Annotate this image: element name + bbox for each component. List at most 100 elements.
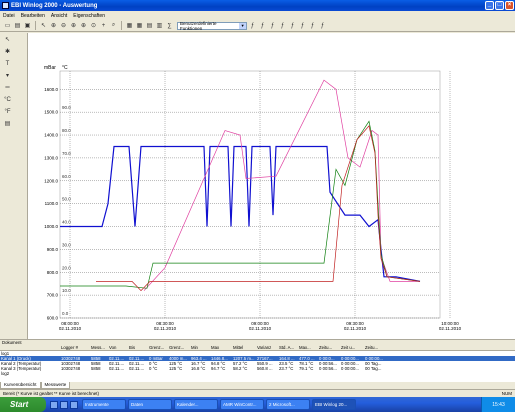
function-1-icon[interactable]: ƒ	[248, 21, 257, 30]
title-bar: EBI Winlog 2000 - Auswertung _ □ ×	[0, 0, 515, 11]
task-daten[interactable]: Daten	[128, 399, 172, 410]
minimize-button[interactable]: _	[485, 1, 494, 10]
y2-tick-label: 60.0	[62, 174, 71, 179]
tab-kurvenuebersicht[interactable]: Kurvenübersicht	[0, 382, 41, 389]
table-cell	[232, 371, 256, 376]
function-3-icon[interactable]: ƒ	[268, 21, 277, 30]
column-header[interactable]: Zeit u...	[340, 345, 364, 350]
task-instrumente[interactable]: Instrumente	[82, 399, 126, 410]
system-tray-clock: 15:43	[481, 397, 515, 412]
menu-ansicht[interactable]: Ansicht	[51, 13, 67, 19]
quick-launch-icon[interactable]	[50, 400, 58, 409]
column-header[interactable]: Std. A...	[278, 345, 298, 350]
task-ebi-winlog[interactable]: EBI Winlog 20...	[312, 399, 356, 410]
calc-icon[interactable]: ∑	[165, 21, 174, 30]
table-cell	[90, 371, 108, 376]
right-unit-label: °C	[62, 65, 68, 71]
new-icon[interactable]: ▭	[3, 21, 12, 30]
y-tick-label: 900.0	[47, 247, 59, 252]
select-icon[interactable]: ↖	[3, 35, 12, 44]
x-tick-date: 02.11.2010	[344, 326, 367, 331]
column-header[interactable]: Grenz...	[148, 345, 168, 350]
x-tick-date: 02.11.2010	[249, 326, 272, 331]
magnifier-icon[interactable]: ⌕	[109, 21, 118, 30]
table-cell	[278, 371, 298, 376]
column-header[interactable]: Mess...	[90, 345, 108, 350]
close-button[interactable]: ×	[505, 1, 514, 10]
task-microsoft[interactable]: 2 Microsoft...	[266, 399, 310, 410]
y-tick-label: 1500.0	[44, 110, 58, 115]
table-cell	[168, 371, 190, 376]
text-icon[interactable]: T	[3, 59, 12, 68]
cross-icon[interactable]: +	[99, 21, 108, 30]
function-6-icon[interactable]: ƒ	[298, 21, 307, 30]
celsius-icon[interactable]: °C	[3, 95, 12, 104]
functions-dropdown[interactable]: Benutzerdefinierte Funktionen ▼	[177, 21, 247, 31]
y-tick-label: 1600.0	[44, 87, 58, 92]
quick-launch-icon[interactable]	[60, 400, 68, 409]
x-tick-date: 02.11.2010	[154, 326, 177, 331]
column-header[interactable]: Logger #	[60, 345, 90, 350]
chart-icon[interactable]: ▦	[125, 21, 134, 30]
tab-messwerte[interactable]: Messwerte	[40, 382, 71, 389]
grid-icon[interactable]: ▦	[135, 21, 144, 30]
side-toolbar: ↖ ✱ T ▾ ═ °C °F ▤	[0, 33, 27, 339]
zoom-fit-icon[interactable]: ⊙	[89, 21, 98, 30]
ruler-icon[interactable]: ═	[3, 83, 12, 92]
task-kalender[interactable]: Kalender...	[174, 399, 218, 410]
graph-icon[interactable]: ▥	[155, 21, 164, 30]
column-header[interactable]: Von	[108, 345, 128, 350]
zoom-out-icon[interactable]: ⊖	[59, 21, 68, 30]
chevron-down-icon: ▼	[239, 22, 246, 29]
table-cell	[318, 371, 340, 376]
pointer-icon[interactable]: ↖	[39, 21, 48, 30]
chart-area[interactable]: mBar °C 600.0 0.0 700.0 10.0 800.0 20.0 900.0 30.…	[27, 33, 515, 339]
column-header[interactable]: Max...	[298, 345, 318, 350]
open-icon[interactable]: ▤	[13, 21, 22, 30]
quick-launch-icon[interactable]	[70, 400, 78, 409]
task-amr-wincontrol[interactable]: AMR WinContr...	[220, 399, 264, 410]
function-8-icon[interactable]: ƒ	[318, 21, 327, 30]
menu-datei[interactable]: Datei	[3, 13, 15, 19]
menu-eigenschaften[interactable]: Eigenschaften	[73, 13, 105, 19]
table-cell	[340, 371, 364, 376]
zoom-in-icon[interactable]: ⊕	[49, 21, 58, 30]
column-header[interactable]: Mittel	[232, 345, 256, 350]
pin-icon[interactable]: ✱	[3, 47, 12, 56]
maximize-button[interactable]: □	[495, 1, 504, 10]
menu-bearbeiten[interactable]: Bearbeiten	[21, 13, 45, 19]
column-header[interactable]	[0, 345, 60, 350]
column-header[interactable]: Zeitu...	[364, 345, 386, 350]
menu-bar: Datei Bearbeiten Ansicht Eigenschaften	[0, 11, 515, 20]
column-header[interactable]: Zeitu...	[318, 345, 340, 350]
status-num: NUM	[501, 391, 512, 396]
table-icon[interactable]: ▤	[145, 21, 154, 30]
function-4-icon[interactable]: ƒ	[278, 21, 287, 30]
fahrenheit-icon[interactable]: °F	[3, 107, 12, 116]
column-header[interactable]: Max	[210, 345, 232, 350]
window-title: EBI Winlog 2000 - Auswertung	[11, 2, 98, 9]
column-header[interactable]: Grenz...	[168, 345, 190, 350]
y-tick-label: 1200.0	[44, 178, 58, 183]
zoom-y-icon[interactable]: ⊕	[79, 21, 88, 30]
x-tick-date: 02.11.2010	[59, 326, 82, 331]
save-icon[interactable]: ▣	[23, 21, 32, 30]
table-row[interactable]: log2	[0, 371, 515, 376]
column-header[interactable]: Bis	[128, 345, 148, 350]
function-2-icon[interactable]: ƒ	[258, 21, 267, 30]
chart-svg: mBar °C600.00.0700.010.0800.020.0900.030.…	[44, 65, 462, 331]
function-5-icon[interactable]: ƒ	[288, 21, 297, 30]
column-header[interactable]: Varianz	[256, 345, 278, 350]
table-cell: log2	[1, 371, 10, 376]
marker-icon[interactable]: ▾	[3, 71, 12, 80]
quick-launch	[50, 400, 78, 409]
table-cell	[190, 371, 210, 376]
legend-icon[interactable]: ▤	[3, 119, 12, 128]
left-unit-label: mBar	[44, 65, 56, 71]
column-header[interactable]: Min	[190, 345, 210, 350]
status-bar: Bereit (* Kurve ist gealtet ** Kurve ist…	[0, 389, 515, 397]
zoom-x-icon[interactable]: ⊕	[69, 21, 78, 30]
function-7-icon[interactable]: ƒ	[308, 21, 317, 30]
start-button[interactable]: Start	[0, 397, 46, 412]
status-text: Bereit (* Kurve ist gealtet ** Kurve ist…	[3, 391, 100, 396]
